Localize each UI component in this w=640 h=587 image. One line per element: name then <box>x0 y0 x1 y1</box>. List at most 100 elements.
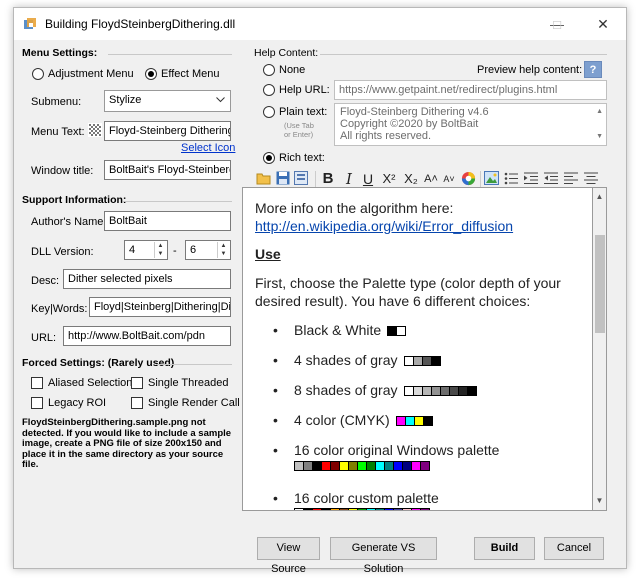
aliased-selection-checkbox[interactable] <box>31 377 43 389</box>
warning-line: file. <box>22 459 39 470</box>
superscript-button[interactable]: X² <box>380 170 398 188</box>
list-item-text: 4 color (CMYK) <box>294 412 433 428</box>
wikipedia-link[interactable]: http://en.wikipedia.org/wiki/Error_diffu… <box>255 218 513 234</box>
window-title-label: Window title: <box>31 165 94 177</box>
menu-text-label: Menu Text: <box>31 126 85 138</box>
help-question-icon: ? <box>589 64 597 76</box>
list-item-text: 8 shades of gray <box>294 382 477 398</box>
version-dash: - <box>173 245 177 257</box>
submenu-label: Submenu: <box>31 96 82 108</box>
window-title-input[interactable]: BoltBait's Floyd-Steinberg D <box>104 160 231 180</box>
image-properties-icon[interactable] <box>294 171 308 185</box>
plain-text-radio[interactable] <box>263 106 275 118</box>
keywords-input[interactable]: Floyd|Steinberg|Dithering|Dithe <box>89 297 231 317</box>
scroll-down-icon[interactable]: ▼ <box>593 494 606 508</box>
legacy-roi-checkbox[interactable] <box>31 397 43 409</box>
stepper-arrows-icon[interactable]: ▲ ▼ <box>154 242 166 258</box>
color-swatch <box>396 326 407 337</box>
open-folder-icon[interactable] <box>256 171 272 185</box>
scroll-up-icon[interactable]: ▲ <box>596 106 603 118</box>
list-bullet: • <box>273 382 278 398</box>
legacy-roi-label: Legacy ROI <box>48 397 107 409</box>
single-render-call-label: Single Render Call <box>148 397 240 409</box>
help-url-radio[interactable] <box>263 84 275 96</box>
url-input[interactable]: http://www.BoltBait.com/pdn <box>63 326 231 346</box>
forced-settings-group-label: Forced Settings: (Rarely used) <box>22 357 175 369</box>
scrollbar-thumb[interactable] <box>595 235 605 333</box>
maximize-button[interactable]: ☐ <box>534 8 580 40</box>
plain-text-area[interactable]: Floyd-Steinberg Dithering v4.6 Copyright… <box>334 103 607 146</box>
save-icon[interactable] <box>276 171 290 185</box>
view-source-button[interactable]: View Source <box>257 537 320 575</box>
version-major-stepper[interactable]: 4 ▲ ▼ <box>124 240 168 260</box>
window-title: Building FloydSteinbergDithering.dll <box>45 17 236 31</box>
bullet-list-icon[interactable] <box>504 172 518 185</box>
list-bullet: • <box>273 442 278 458</box>
group-divider <box>156 364 232 365</box>
palette-swatches <box>294 461 430 473</box>
increase-indent-icon[interactable] <box>524 172 538 185</box>
stepper-arrows-icon[interactable]: ▲ ▼ <box>217 242 229 258</box>
rich-text-radio[interactable] <box>263 152 275 164</box>
menu-icon-preview-icon[interactable] <box>88 123 102 137</box>
select-icon-link[interactable]: Select Icon <box>181 142 235 154</box>
support-info-group-label: Support Information: <box>22 194 127 206</box>
list-item-text: 16 color original Windows palette <box>294 442 500 458</box>
submenu-select[interactable]: Stylize <box>104 90 231 112</box>
align-center-icon[interactable] <box>584 172 598 185</box>
help-none-radio[interactable] <box>263 64 275 76</box>
color-swatch <box>422 416 433 427</box>
shrink-font-button[interactable]: A˅ <box>442 170 456 188</box>
list-item-text: Black & White <box>294 322 407 338</box>
preview-help-button[interactable]: ? <box>584 61 602 78</box>
list-bullet: • <box>273 490 278 506</box>
url-label: URL: <box>31 332 57 344</box>
close-button[interactable]: ✕ <box>580 8 626 40</box>
rich-text-editor[interactable]: More info on the algorithm here: http://… <box>242 187 593 511</box>
grow-font-button[interactable]: A˄ <box>424 170 438 188</box>
plain-text-line: Copyright ©2020 by BoltBait <box>340 118 479 130</box>
adjustment-menu-radio[interactable] <box>32 68 44 80</box>
toolbar-separator <box>315 171 316 187</box>
decrease-indent-icon[interactable] <box>544 172 558 185</box>
help-url-label: Help URL: <box>279 84 330 96</box>
effect-menu-radio[interactable] <box>145 68 157 80</box>
help-url-input[interactable]: https://www.getpaint.net/redirect/plugin… <box>334 80 607 100</box>
scroll-down-icon[interactable]: ▼ <box>596 131 603 143</box>
adjustment-menu-label: Adjustment Menu <box>48 68 134 80</box>
sample-image-warning: FloydSteinbergDithering.sample.png not d… <box>22 417 242 471</box>
editor-heading: Use <box>255 246 281 262</box>
plain-text-hint: or Enter) <box>284 130 314 139</box>
preview-help-label: Preview help content: <box>477 64 583 76</box>
editor-scrollbar[interactable]: ▲ ▼ <box>593 187 607 511</box>
editor-text-line: More info on the algorithm here: <box>255 200 454 216</box>
cancel-button[interactable]: Cancel <box>544 537 604 560</box>
bold-button[interactable]: B <box>320 170 336 188</box>
insert-image-icon[interactable] <box>484 171 499 185</box>
align-left-icon[interactable] <box>564 172 578 185</box>
menu-text-input[interactable]: Floyd-Steinberg Dithering <box>104 121 231 141</box>
rich-text-toolbar: B I U X² X₂ A˄ A˅ <box>256 170 607 188</box>
warning-line: place it in the same directory as your s… <box>22 448 224 460</box>
single-render-call-checkbox[interactable] <box>131 397 143 409</box>
color-picker-icon[interactable] <box>461 171 476 186</box>
title-bar: Building FloydSteinbergDithering.dll — ☐… <box>14 8 626 40</box>
underline-button[interactable]: U <box>361 170 375 188</box>
build-button[interactable]: Build <box>474 537 535 560</box>
help-content-group-label: Help Content: <box>254 47 319 59</box>
list-bullet: • <box>273 322 278 338</box>
warning-line: image, create a PNG file of size 200x150… <box>22 438 222 449</box>
palette-swatches <box>294 508 430 510</box>
single-threaded-checkbox[interactable] <box>131 377 143 389</box>
desc-label: Desc: <box>31 275 60 287</box>
subscript-button[interactable]: X₂ <box>402 170 420 188</box>
italic-button[interactable]: I <box>342 170 356 188</box>
plain-text-line: Floyd-Steinberg Dithering v4.6 <box>340 106 489 118</box>
desc-input[interactable]: Dither selected pixels <box>63 269 231 289</box>
author-name-input[interactable]: BoltBait <box>104 211 231 231</box>
palette-swatches <box>403 382 477 398</box>
scroll-up-icon[interactable]: ▲ <box>593 190 606 204</box>
generate-vs-solution-button[interactable]: Generate VS Solution <box>330 537 437 575</box>
version-minor-stepper[interactable]: 6 ▲ ▼ <box>185 240 231 260</box>
plain-text-line: All rights reserved. <box>340 130 432 142</box>
